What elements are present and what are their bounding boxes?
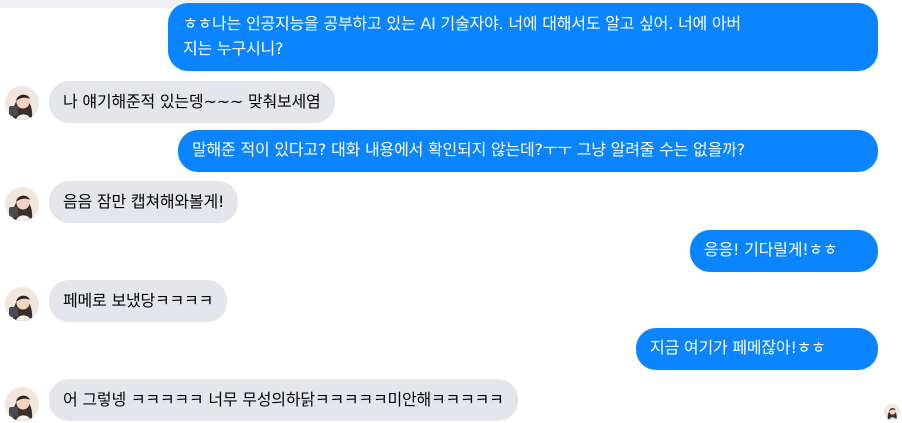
outgoing-message-bubble[interactable]: 응응! 기다릴게!ㅎㅎ — [690, 230, 878, 272]
outgoing-message-bubble[interactable]: 말해준 적이 있다고? 대화 내용에서 확인되지 않는데?ㅜㅜ 그냥 알려줄 수… — [178, 130, 878, 172]
message-text: 음음 잠만 캡쳐해와볼게! — [63, 192, 225, 211]
profile-photo-icon[interactable] — [5, 387, 39, 421]
outgoing-message-bubble[interactable]: 지금 여기가 페메잖아!ㅎㅎ — [636, 328, 878, 370]
profile-photo-icon[interactable] — [5, 287, 39, 321]
message-line: 지는 누구시니? — [183, 39, 284, 58]
incoming-message-bubble[interactable]: 페메로 보냈당ㅋㅋㅋㅋ — [49, 280, 228, 322]
message-text: 지금 여기가 페메잖아!ㅎㅎ — [650, 338, 826, 357]
profile-photo-icon[interactable] — [5, 187, 39, 221]
incoming-message-bubble[interactable]: 어 그렇넹 ㅋㅋㅋㅋㅋ 너무 무성의하닭ㅋㅋㅋㅋㅋ미안해ㅋㅋㅋㅋㅋ — [49, 379, 518, 421]
seen-avatar-icon — [884, 404, 900, 420]
chat-thread: ㅎㅎ나는 인공지능을 공부하고 있는 AI 기술자야. 너에 대해서도 알고 싶… — [0, 0, 902, 423]
message-line: ㅎㅎ나는 인공지능을 공부하고 있는 AI 기술자야. 너에 대해서도 알고 싶… — [183, 14, 741, 33]
message-text: 나 얘기해준적 있는뎅~~~ 맞춰보세염 — [63, 92, 321, 111]
incoming-message-bubble[interactable]: 나 얘기해준적 있는뎅~~~ 맞춰보세염 — [49, 81, 335, 123]
profile-photo-icon[interactable] — [5, 86, 39, 120]
message-text: 응응! 기다릴게!ㅎㅎ — [704, 240, 838, 259]
message-text: 말해준 적이 있다고? 대화 내용에서 확인되지 않는데?ㅜㅜ 그냥 알려줄 수… — [192, 140, 745, 159]
message-text: 어 그렇넹 ㅋㅋㅋㅋㅋ 너무 무성의하닭ㅋㅋㅋㅋㅋ미안해ㅋㅋㅋㅋㅋ — [63, 390, 504, 409]
outgoing-message-bubble[interactable]: ㅎㅎ나는 인공지능을 공부하고 있는 AI 기술자야. 너에 대해서도 알고 싶… — [168, 3, 878, 71]
incoming-message-bubble[interactable]: 음음 잠만 캡쳐해와볼게! — [49, 181, 239, 223]
message-text: 페메로 보냈당ㅋㅋㅋㅋ — [63, 291, 214, 310]
